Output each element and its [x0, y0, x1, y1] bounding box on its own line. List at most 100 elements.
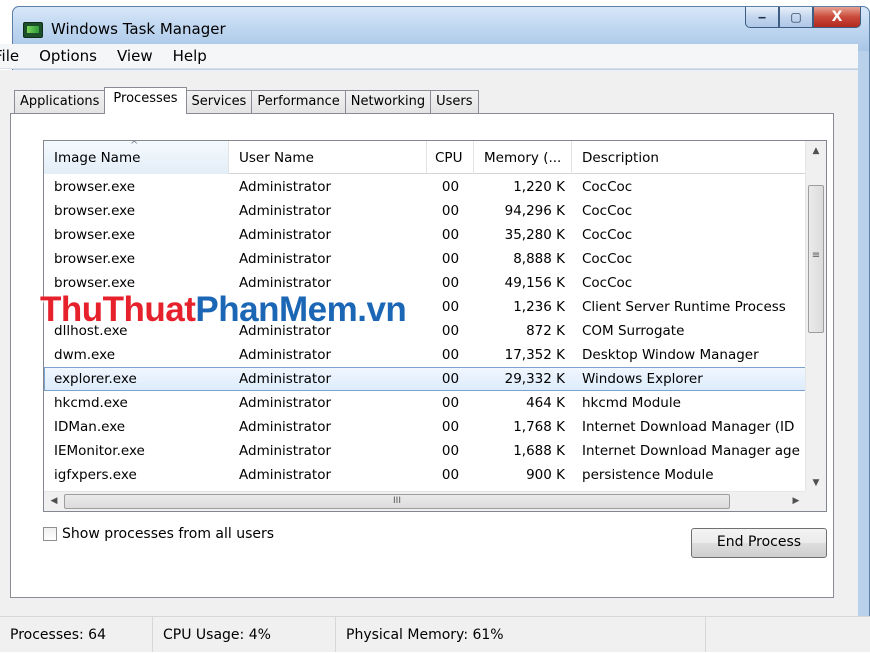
cell-description: hkcmd Module — [582, 395, 681, 411]
show-all-users-label: Show processes from all users — [62, 526, 275, 542]
scroll-right-arrow-icon[interactable]: ▶ — [786, 492, 806, 511]
cell-cpu: 00 — [441, 299, 460, 315]
cell-cpu: 00 — [441, 395, 460, 411]
cell-memory: 900 K — [526, 467, 565, 483]
scrollbar-corner — [805, 491, 826, 511]
cell-image-name: IEMonitor.exe — [54, 443, 145, 459]
cell-image-name: browser.exe — [54, 251, 136, 267]
cell-memory: 464 K — [526, 395, 565, 411]
table-row[interactable]: explorer.exe Administrator 00 29,332 K Windo… — [44, 367, 806, 391]
cell-user-name: Administrator — [239, 179, 332, 195]
cell-cpu: 00 — [441, 227, 460, 243]
cell-memory: 29,332 K — [504, 371, 565, 387]
cell-user-name: Administrator — [239, 251, 332, 267]
cell-image-name: browser.exe — [54, 227, 136, 243]
table-row[interactable]: IEMonitor.exe Administrator 00 1,688 K Inter… — [44, 439, 806, 463]
tab-users[interactable]: Users — [430, 90, 479, 114]
menu-view[interactable]: View — [117, 47, 153, 65]
cell-user-name: Administrator — [239, 395, 332, 411]
tab-performance[interactable]: Performance — [251, 90, 346, 114]
menu-help[interactable]: Help — [173, 47, 207, 65]
table-row[interactable]: browser.exe Administrator 00 35,280 K CocCoc — [44, 223, 806, 247]
scroll-left-arrow-icon[interactable]: ◀ — [44, 492, 64, 511]
horizontal-scrollbar[interactable]: ◀ III ▶ — [44, 491, 806, 511]
vertical-scroll-thumb[interactable]: ≡ — [808, 185, 824, 333]
window-title: Windows Task Manager — [51, 20, 226, 38]
sort-ascending-icon: ^ — [130, 141, 139, 151]
column-header-memory[interactable]: Memory (... — [474, 141, 572, 174]
cell-memory: 35,280 K — [504, 227, 565, 243]
table-row[interactable]: igfxpers.exe Administrator 00 900 K persiste… — [44, 463, 806, 487]
task-manager-app-icon — [23, 22, 43, 38]
cell-image-name: browser.exe — [54, 203, 136, 219]
cell-description: Windows Explorer — [582, 371, 703, 387]
cell-description: persistence Module — [582, 467, 714, 483]
status-bar: Processes: 64 CPU Usage: 4% Physical Mem… — [0, 616, 870, 652]
menu-bar: File Options View Help — [0, 44, 858, 69]
show-all-users-option[interactable]: Show processes from all users — [43, 526, 274, 542]
end-process-button[interactable]: End Process — [691, 528, 827, 558]
column-header-cpu[interactable]: CPU — [427, 141, 474, 174]
status-cpu-usage: CPU Usage: 4% — [153, 617, 336, 652]
cell-memory: 1,236 K — [513, 299, 565, 315]
cell-description: CocCoc — [582, 203, 633, 219]
cell-user-name: Administrator — [239, 203, 332, 219]
table-row[interactable]: IDMan.exe Administrator 00 1,768 K Internet … — [44, 415, 806, 439]
cell-user-name: Administrator — [239, 443, 332, 459]
scroll-down-arrow-icon[interactable]: ▼ — [806, 473, 826, 493]
vertical-scrollbar[interactable]: ▲ ≡ ▼ — [805, 141, 826, 493]
process-rows: browser.exe Administrator 00 1,220 K CocCoc b… — [44, 175, 806, 511]
tab-applications[interactable]: Applications — [14, 90, 106, 114]
status-empty — [706, 617, 870, 652]
column-header-user-name[interactable]: User Name — [229, 141, 427, 174]
cell-description: CocCoc — [582, 227, 633, 243]
processes-panel: Image Name ^ User Name CPU Memory (... D… — [10, 113, 834, 598]
cell-memory: 1,688 K — [513, 443, 565, 459]
table-row[interactable]: browser.exe Administrator 00 1,220 K CocCoc — [44, 175, 806, 199]
cell-image-name: hkcmd.exe — [54, 395, 128, 411]
show-all-users-checkbox[interactable] — [43, 527, 57, 541]
table-row[interactable]: hkcmd.exe Administrator 00 464 K hkcmd Modul… — [44, 391, 806, 415]
cell-cpu: 00 — [441, 203, 460, 219]
table-row[interactable]: browser.exe Administrator 00 8,888 K CocCoc — [44, 247, 806, 271]
cell-cpu: 00 — [441, 371, 460, 387]
cell-memory: 872 K — [526, 323, 565, 339]
table-row[interactable]: browser.exe Administrator 00 94,296 K CocCoc — [44, 199, 806, 223]
cell-cpu: 00 — [441, 179, 460, 195]
cell-description: CocCoc — [582, 251, 633, 267]
menu-options[interactable]: Options — [39, 47, 97, 65]
column-header-description[interactable]: Description — [572, 141, 806, 174]
cell-cpu: 00 — [441, 419, 460, 435]
menu-file[interactable]: File — [0, 47, 19, 65]
cell-user-name: Administrator — [239, 467, 332, 483]
cell-description: CocCoc — [582, 179, 633, 195]
tab-strip: Applications Processes Services Performa… — [14, 87, 479, 114]
cell-cpu: 00 — [441, 467, 460, 483]
cell-description: COM Surrogate — [582, 323, 685, 339]
tab-processes[interactable]: Processes — [104, 87, 187, 114]
maximize-button[interactable]: ▢ — [779, 7, 813, 28]
column-headers: Image Name ^ User Name CPU Memory (... D… — [44, 141, 806, 174]
cell-cpu: 00 — [441, 443, 460, 459]
cell-image-name: IDMan.exe — [54, 419, 126, 435]
cell-description: Internet Download Manager age — [582, 443, 800, 459]
column-header-image-name[interactable]: Image Name ^ — [44, 141, 229, 174]
cell-memory: 1,768 K — [513, 419, 565, 435]
cell-memory: 1,220 K — [513, 179, 565, 195]
cell-cpu: 00 — [441, 275, 460, 291]
watermark-part-1: ThuThuat — [40, 290, 196, 329]
cell-image-name: browser.exe — [54, 179, 136, 195]
close-button[interactable]: X — [813, 7, 861, 28]
cell-user-name: Administrator — [239, 371, 332, 387]
scroll-up-arrow-icon[interactable]: ▲ — [806, 141, 826, 161]
tab-services[interactable]: Services — [185, 90, 253, 114]
table-row[interactable]: dwm.exe Administrator 00 17,352 K Desktop Wi… — [44, 343, 806, 367]
cell-user-name: Administrator — [239, 227, 332, 243]
horizontal-scroll-thumb[interactable]: III — [64, 494, 730, 509]
tab-networking[interactable]: Networking — [344, 90, 432, 114]
window-controls: ‒ ▢ X — [745, 7, 861, 29]
watermark-part-3: .vn — [357, 290, 407, 329]
minimize-button[interactable]: ‒ — [745, 7, 779, 28]
cell-description: Client Server Runtime Process — [582, 299, 786, 315]
cell-cpu: 00 — [441, 323, 460, 339]
